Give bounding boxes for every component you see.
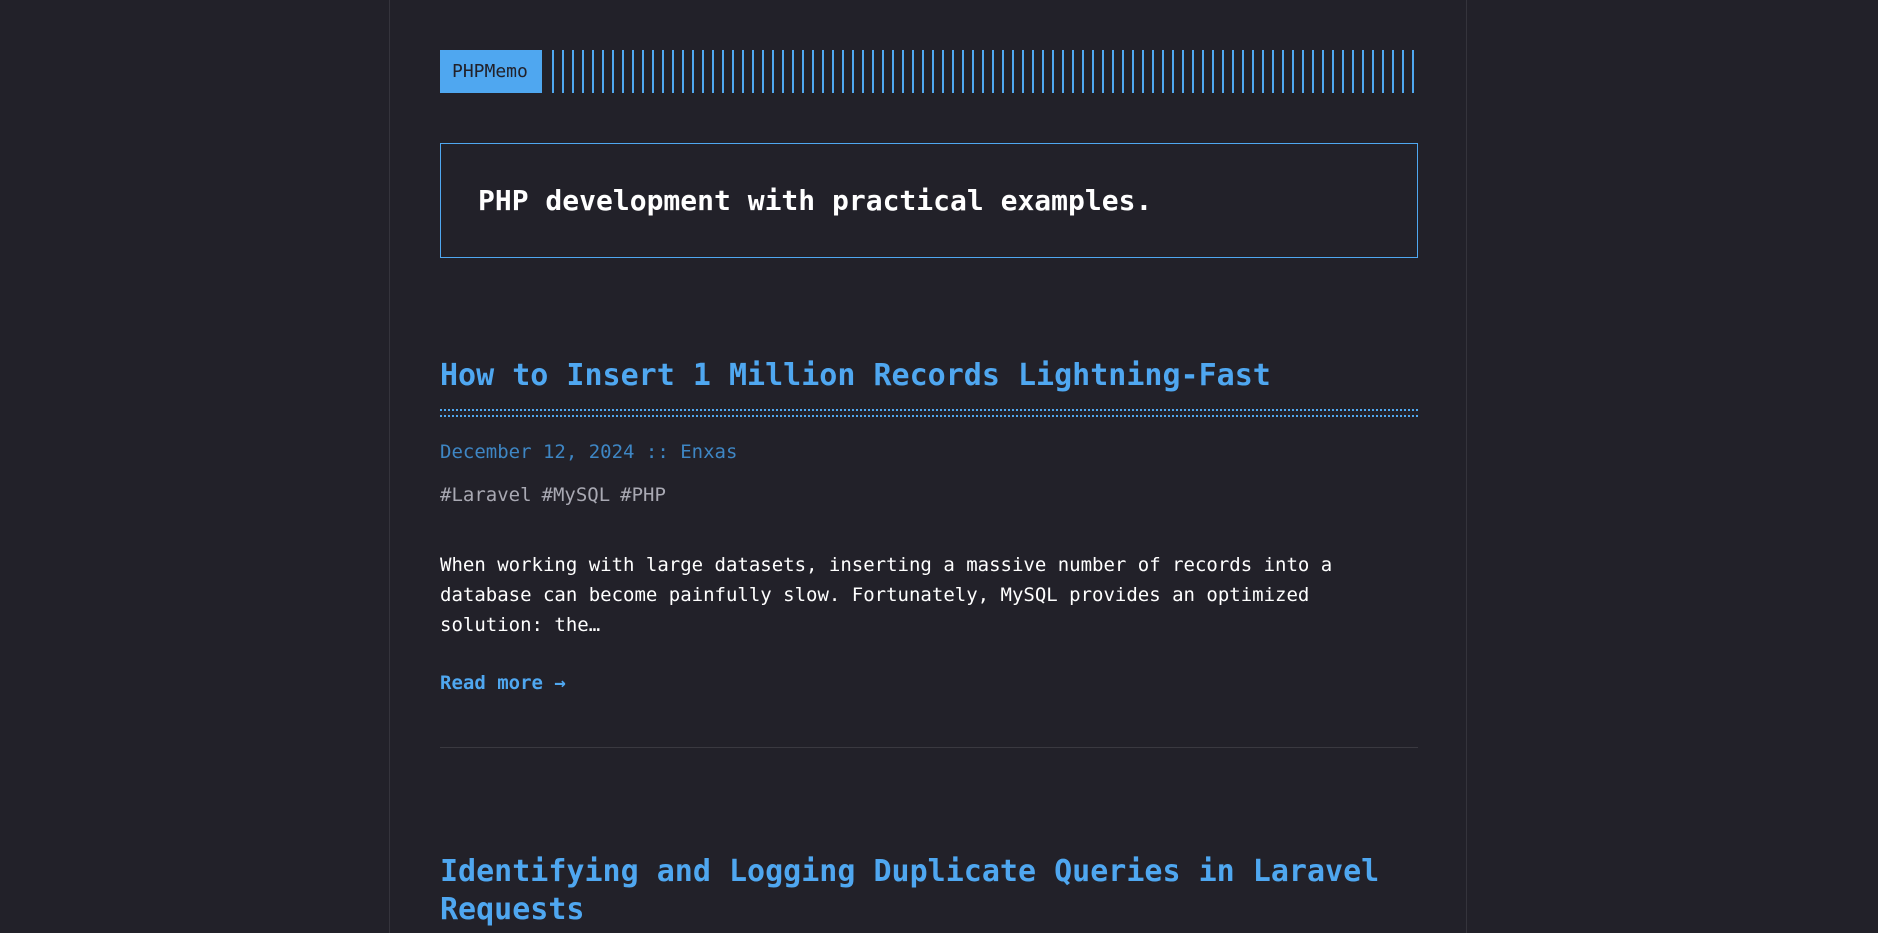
page-container: PHPMemo PHP development with practical e… — [389, 0, 1467, 933]
post-separator — [440, 747, 1418, 748]
post-title-link[interactable]: Identifying and Logging Duplicate Querie… — [440, 853, 1418, 929]
site-tagline: PHP development with practical examples. — [478, 184, 1153, 217]
tag-link[interactable]: #Laravel — [440, 484, 532, 506]
title-divider — [440, 409, 1418, 417]
post-tags: #Laravel #MySQL #PHP — [440, 483, 1418, 507]
post-excerpt: When working with large datasets, insert… — [440, 554, 1333, 636]
site-header: PHPMemo — [440, 50, 1418, 93]
post-meta: December 12, 2024 :: Enxas — [440, 441, 738, 463]
tagline-banner: PHP development with practical examples. — [440, 143, 1418, 258]
post-card: Identifying and Logging Duplicate Querie… — [440, 853, 1418, 929]
post-title-link[interactable]: How to Insert 1 Million Records Lightnin… — [440, 357, 1418, 395]
site-logo-link[interactable]: PHPMemo — [440, 50, 542, 93]
read-more-link[interactable]: Read more → — [440, 672, 566, 694]
tag-link[interactable]: #MySQL — [542, 484, 611, 506]
post-card: How to Insert 1 Million Records Lightnin… — [440, 357, 1418, 748]
tag-link[interactable]: #PHP — [620, 484, 666, 506]
header-stripes-decoration — [551, 50, 1418, 93]
